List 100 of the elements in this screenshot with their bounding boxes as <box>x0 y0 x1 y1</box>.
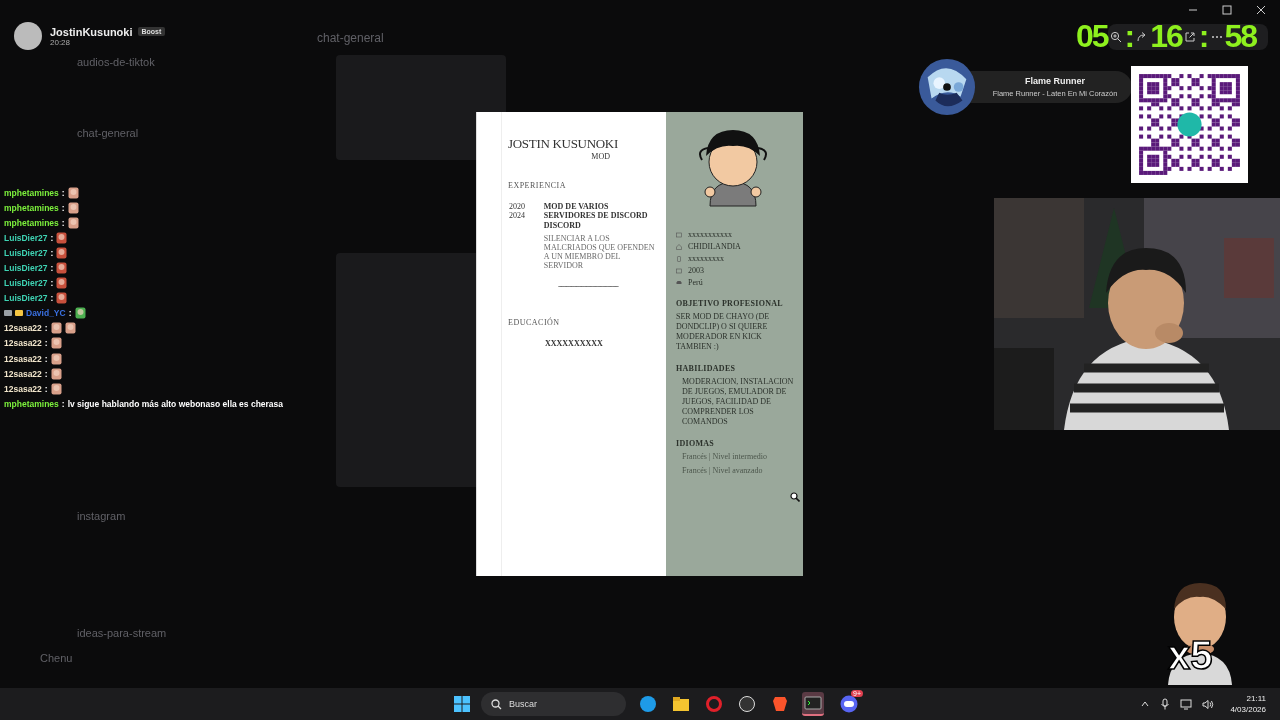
channel-item[interactable]: instagram <box>77 510 126 522</box>
channel-title: chat-general <box>317 31 384 45</box>
section-title: EXPERIENCIA <box>508 181 567 190</box>
year: 2020 <box>509 202 526 211</box>
caret-up-icon[interactable] <box>1140 699 1151 709</box>
search-field[interactable]: Buscar <box>481 692 626 716</box>
emote-icon <box>56 231 68 244</box>
language-item: Francés | Nivel avanzado <box>681 466 764 476</box>
start-icon[interactable] <box>454 696 470 712</box>
chat-colon: : <box>44 323 48 334</box>
channel-item[interactable]: ideas-para-stream <box>77 627 167 639</box>
emote-icon <box>67 216 79 229</box>
channel-item[interactable]: chat-general <box>77 127 139 139</box>
emote-icon <box>64 322 76 335</box>
language-item: Francés | Nivel intermedio <box>681 452 768 462</box>
streamer-name: JostinKusunoki <box>50 25 133 38</box>
folder-icon <box>672 695 690 713</box>
chat-colon: : <box>68 308 72 319</box>
chat-message: lv sigue hablando más alto webonaso ella es cherasa <box>67 398 284 409</box>
chat-colon: : <box>61 187 65 198</box>
chat-colon: : <box>44 368 48 379</box>
objective-text: SER MOD DE CHAYO (DE DONDCLIP) O SI QUIERE MODERADOR EN KICK TAMBIEN :) <box>676 312 771 352</box>
chat-username: David_YC <box>26 308 66 319</box>
resume-name: JOSTIN KUSUNOKI <box>508 136 619 152</box>
external-link-icon[interactable] <box>1183 30 1196 43</box>
zoom-in-icon[interactable] <box>1109 30 1122 43</box>
chat-username: LuisDier27 <box>4 247 48 258</box>
chat-username: 12sasa22 <box>4 338 42 349</box>
contact-detail: xxxxxxxxx <box>688 254 724 263</box>
emote-icon <box>67 186 79 199</box>
timer-separator: : <box>1197 18 1209 55</box>
chat-colon: : <box>61 398 65 409</box>
user-name: Chenu <box>40 652 73 664</box>
search-icon <box>491 698 502 710</box>
zoom-cursor-icon <box>790 492 800 502</box>
close-icon[interactable] <box>1256 5 1266 15</box>
clock-date: 4/03/2026 <box>1230 705 1266 714</box>
chat-username: mphetamines <box>4 398 59 409</box>
chat-username: 12sasa22 <box>4 353 42 364</box>
clock-time: 21:11 <box>1246 694 1266 703</box>
emote-icon <box>56 292 68 305</box>
chat-username: LuisDier27 <box>4 232 48 243</box>
job-description: SILENCIAR A LOS MALCRIADOS QUE OFENDEN A UN MIEMBRO DEL SERVIDOR <box>543 234 656 270</box>
section-title: EDUCACIÓN <box>508 318 561 327</box>
contact-detail: Perú <box>688 278 703 287</box>
chat-username: mphetamines <box>4 217 59 228</box>
song-title: Flame Runner <box>1025 76 1085 86</box>
separator-line: ------------------------------------ <box>558 282 618 293</box>
chat-username: 12sasa22 <box>4 368 42 379</box>
contact-detail: xxxxxxxxxxx <box>688 230 732 239</box>
emote-icon <box>67 201 79 214</box>
company-name: DISCORD <box>543 221 582 230</box>
chat-username: 12sasa22 <box>4 323 42 334</box>
display-icon[interactable] <box>1180 698 1193 710</box>
emote-icon <box>50 322 62 335</box>
chat-colon: : <box>44 338 48 349</box>
microphone-icon[interactable] <box>1160 698 1171 710</box>
chat-username: LuisDier27 <box>4 293 48 304</box>
emote-icon <box>56 277 68 290</box>
ring-icon <box>705 695 723 713</box>
timer-minutes: 16 <box>1150 18 1182 55</box>
contact-detail: 2003 <box>688 266 704 275</box>
chat-username: mphetamines <box>4 202 59 213</box>
chat-colon: : <box>61 202 65 213</box>
emote-icon <box>56 262 68 274</box>
section-title: HABILIDADES <box>676 364 737 373</box>
timestamp: 20:28 <box>50 37 72 47</box>
more-icon[interactable] <box>1210 34 1223 39</box>
chat-colon: : <box>50 247 54 258</box>
timer-hours: 05 <box>1076 18 1108 55</box>
chat-username: LuisDier27 <box>4 263 48 273</box>
chat-colon: : <box>44 383 48 394</box>
emote-icon <box>74 307 86 320</box>
emote-icon <box>50 337 62 350</box>
chat-colon: : <box>50 278 54 289</box>
skill-item: MODERACION, INSTALACION DE JUEGOS, EMULADOR DE JUEGOS, FACILIDAD DE COMPRENDER LOS COMANDOS <box>681 377 795 427</box>
chat-colon: : <box>50 293 54 304</box>
section-title: OBJETIVO PROFESIONAL <box>676 299 784 308</box>
timer-seconds: 58 <box>1224 18 1257 55</box>
combo-counter: x5 <box>1168 633 1213 678</box>
chat-username: mphetamines <box>4 187 59 198</box>
maximize-icon[interactable] <box>1222 5 1232 15</box>
contact-detail: CHIDILANDIA <box>688 242 741 251</box>
emote-icon <box>50 352 62 365</box>
controller-icon <box>840 695 858 713</box>
chat-colon: : <box>50 263 54 273</box>
job-title: MOD DE VARIOS SERVIDORES DE DISCORD <box>543 202 649 220</box>
emote-icon <box>56 246 68 259</box>
chat-colon: : <box>61 217 65 228</box>
year: 2024 <box>509 211 526 220</box>
speaker-icon[interactable] <box>1202 698 1215 710</box>
channel-item[interactable]: audios-de-tiktok <box>77 56 155 68</box>
chat-username: LuisDier27 <box>4 278 48 289</box>
education-entry: XXXXXXXXXX <box>545 339 603 350</box>
emote-icon <box>50 367 62 380</box>
avatar <box>14 22 42 50</box>
terminal-icon <box>804 694 822 712</box>
chat-colon: : <box>44 353 48 364</box>
timer-separator: : <box>1123 18 1135 55</box>
taskbar-app[interactable] <box>802 692 824 716</box>
